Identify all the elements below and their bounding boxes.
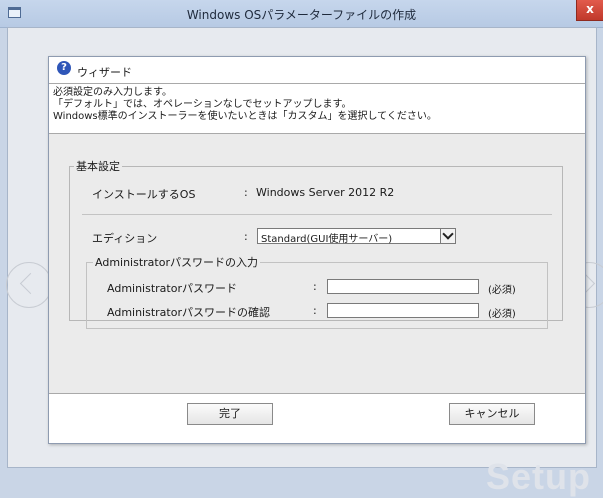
admin-password-group: Administratorパスワードの入力 Administratorパスワード… bbox=[86, 254, 548, 329]
intro-line-2: 「デフォルト」では、オペレーションなしでセットアップします。 bbox=[53, 99, 352, 110]
password-required-tag: (必須) bbox=[488, 285, 516, 296]
finish-button[interactable]: 完了 bbox=[187, 403, 273, 425]
intro-text: 必須設定のみ入力します。 「デフォルト」では、オペレーションなしでセットアップし… bbox=[53, 87, 437, 123]
chevron-down-icon[interactable] bbox=[440, 229, 455, 243]
cancel-button[interactable]: キャンセル bbox=[449, 403, 535, 425]
wizard-header: ? ウィザード bbox=[49, 57, 585, 83]
password-label: Administratorパスワード bbox=[107, 282, 237, 295]
header-divider bbox=[49, 83, 585, 84]
close-button[interactable]: x bbox=[576, 0, 603, 21]
intro-line-3: Windows標準のインストーラーを使いたいときは「カスタム」を選択してください… bbox=[53, 111, 437, 122]
basic-settings-legend: 基本設定 bbox=[76, 160, 120, 173]
wizard-dialog: ? ウィザード 必須設定のみ入力します。 「デフォルト」では、オペレーションなし… bbox=[48, 56, 586, 444]
title-bar: Windows OSパラメーターファイルの作成 x bbox=[0, 0, 603, 28]
previous-arrow-icon[interactable] bbox=[6, 262, 52, 308]
password-field[interactable] bbox=[327, 279, 479, 294]
confirm-required-tag: (必須) bbox=[488, 309, 516, 320]
setup-logo: Setup bbox=[486, 456, 592, 497]
basic-divider bbox=[82, 214, 552, 215]
settings-panel: 基本設定 インストールするOS : Windows Server 2012 R2… bbox=[49, 134, 585, 393]
edition-colon: : bbox=[244, 230, 248, 243]
wizard-title: ウィザード bbox=[77, 66, 132, 79]
edition-select-value: Standard(GUI使用サーバー) bbox=[261, 234, 393, 245]
os-value: Windows Server 2012 R2 bbox=[256, 186, 395, 199]
window-title: Windows OSパラメーターファイルの作成 bbox=[186, 8, 417, 22]
edition-select[interactable]: Standard(GUI使用サーバー) bbox=[257, 228, 456, 245]
confirm-password-label: Administratorパスワードの確認 bbox=[107, 306, 270, 319]
intro-line-1: 必須設定のみ入力します。 bbox=[53, 87, 172, 98]
footer-divider bbox=[49, 393, 585, 394]
help-icon[interactable]: ? bbox=[57, 61, 71, 75]
basic-settings-group: 基本設定 インストールするOS : Windows Server 2012 R2… bbox=[69, 158, 563, 329]
os-label: インストールするOS bbox=[92, 188, 196, 201]
password-colon: : bbox=[313, 280, 317, 293]
confirm-password-colon: : bbox=[313, 304, 317, 317]
confirm-password-field[interactable] bbox=[327, 303, 479, 318]
edition-label: エディション bbox=[92, 232, 158, 245]
os-colon: : bbox=[244, 186, 248, 199]
admin-password-legend: Administratorパスワードの入力 bbox=[95, 256, 258, 269]
